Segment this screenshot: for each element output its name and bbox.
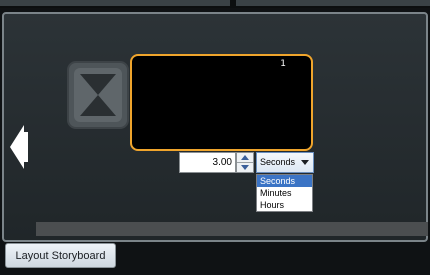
- duration-input[interactable]: 3.00: [179, 152, 236, 173]
- toolbar-segment-right: [236, 0, 430, 6]
- toolbar-segment-left: [0, 0, 230, 6]
- arrow-left-icon[interactable]: [10, 122, 28, 172]
- top-toolbar-strip: [0, 0, 430, 8]
- option-hours[interactable]: Hours: [257, 199, 312, 211]
- hourglass-icon: [67, 61, 129, 129]
- timeline-scrollbar[interactable]: [36, 222, 428, 236]
- frame-number: 1: [280, 59, 286, 69]
- unit-select-value: Seconds: [260, 157, 296, 167]
- option-minutes[interactable]: Minutes: [257, 187, 312, 199]
- duration-spinner[interactable]: [236, 152, 254, 173]
- storyboard-frame[interactable]: 1: [130, 54, 313, 151]
- unit-dropdown-list: Seconds Minutes Hours: [256, 174, 313, 212]
- chevron-down-icon: [301, 160, 309, 165]
- unit-select[interactable]: Seconds: [256, 152, 314, 173]
- option-seconds[interactable]: Seconds: [257, 175, 312, 187]
- caret-down-icon[interactable]: [237, 163, 253, 172]
- layout-storyboard-button[interactable]: Layout Storyboard: [5, 243, 116, 268]
- caret-up-icon[interactable]: [237, 153, 253, 163]
